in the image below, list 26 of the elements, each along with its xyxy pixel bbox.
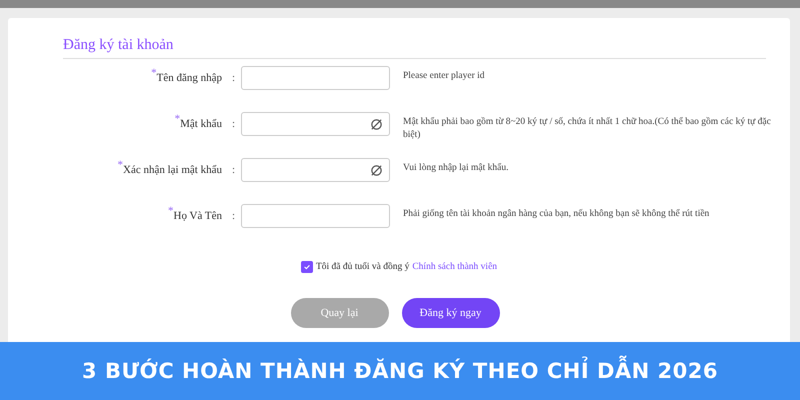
register-button[interactable]: Đăng ký ngay (402, 298, 500, 328)
field-hint: Mật khẩu phải bao gồm từ 8~20 ký tự / số, chứa ít nhất 1 chữ hoa.(Có thể bao gồm các ký tự đặc biệt) (403, 116, 772, 142)
agree-text: Tôi đã đủ tuổi và đồng ý (316, 262, 410, 272)
field-label: Xác nhận lại mật khẩu (123, 164, 222, 176)
input-field[interactable] (241, 66, 390, 90)
check-icon (302, 263, 311, 271)
field-hint: Phải giống tên tài khoản ngân hàng của bạn, nếu không bạn sẽ không thể rút tiền (403, 208, 710, 221)
label-colon: : (230, 163, 236, 176)
policy-link[interactable]: Chính sách thành viên (412, 262, 498, 272)
field-hint: Vui lòng nhập lại mật khẩu. (403, 162, 510, 175)
form-title: Đăng ký tài khoản (63, 37, 174, 54)
label-colon: : (230, 117, 236, 130)
password-field[interactable] (241, 158, 390, 182)
field-label: Họ Và Tên (174, 210, 222, 222)
agree-checkbox[interactable] (300, 261, 313, 273)
required-mark: * (174, 115, 180, 123)
label-colon: : (230, 209, 236, 222)
required-mark: * (168, 207, 174, 215)
field-label: Mật khẩu (180, 118, 222, 130)
label-colon: : (230, 71, 236, 84)
field-label: Tên đăng nhập (156, 72, 222, 84)
required-mark: * (151, 69, 157, 77)
required-mark: * (118, 161, 124, 169)
password-field[interactable] (241, 112, 390, 136)
field-hint: Please enter player id (403, 70, 486, 83)
input-field[interactable] (241, 204, 390, 228)
